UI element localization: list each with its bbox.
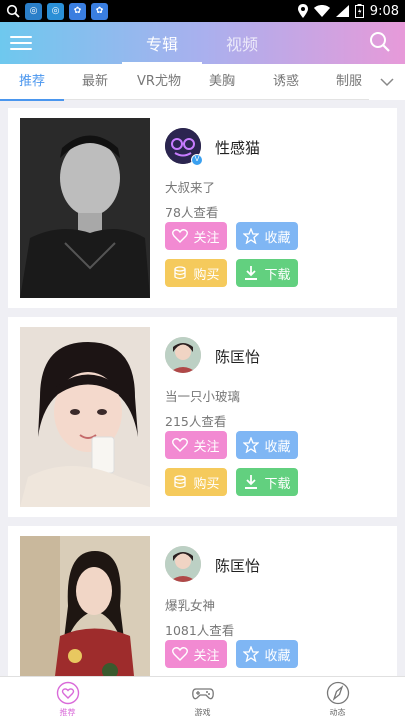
tab-chest[interactable]: 美胸 bbox=[190, 64, 254, 100]
username[interactable]: 陈匡怡 bbox=[215, 555, 260, 576]
download-button[interactable]: 下载 bbox=[236, 259, 298, 287]
download-icon bbox=[245, 266, 258, 280]
search-icon bbox=[6, 4, 20, 18]
heart-icon bbox=[56, 681, 79, 705]
segment-album[interactable]: 专辑 bbox=[122, 22, 202, 64]
star-icon bbox=[243, 437, 260, 453]
nav-label: 游戏 bbox=[194, 708, 211, 717]
buy-button[interactable]: 购买 bbox=[165, 468, 227, 496]
expand-tabs-button[interactable] bbox=[369, 64, 405, 100]
favorite-button[interactable]: 收藏 bbox=[236, 640, 298, 668]
app-header: 专辑 视频 bbox=[0, 22, 405, 64]
location-icon bbox=[297, 4, 308, 18]
chevron-down-icon bbox=[380, 78, 394, 87]
paw-notification-icon: ✿ bbox=[69, 2, 86, 20]
signal-icon bbox=[335, 5, 349, 17]
segment-video[interactable]: 视频 bbox=[202, 22, 282, 64]
verified-badge: V bbox=[191, 154, 203, 166]
star-icon bbox=[243, 228, 260, 244]
star-icon bbox=[243, 646, 260, 662]
username[interactable]: 性感猫 bbox=[215, 137, 260, 158]
view-count: 78人查看 bbox=[165, 205, 219, 220]
album-cover[interactable] bbox=[20, 118, 150, 298]
heart-plus-icon bbox=[172, 229, 189, 243]
album-description: 大叔来了 bbox=[165, 180, 216, 195]
search-icon[interactable] bbox=[369, 31, 391, 53]
notification-icons: ◎ ◎ ✿ ✿ bbox=[6, 2, 108, 20]
compass-icon bbox=[326, 681, 349, 705]
menu-icon[interactable] bbox=[10, 32, 32, 54]
buy-button[interactable]: 购买 bbox=[165, 259, 227, 287]
avatar[interactable] bbox=[165, 546, 201, 582]
album-description: 当一只小玻璃 bbox=[165, 389, 241, 404]
view-count: 215人查看 bbox=[165, 414, 227, 429]
heart-plus-icon bbox=[172, 438, 189, 452]
app-notification-icon: ◎ bbox=[47, 2, 64, 20]
follow-button[interactable]: 关注 bbox=[165, 222, 227, 250]
nav-label: 推荐 bbox=[59, 708, 76, 717]
nav-label: 动态 bbox=[329, 708, 346, 717]
battery-icon bbox=[354, 4, 364, 18]
follow-button[interactable]: 关注 bbox=[165, 640, 227, 668]
bottom-navigation: 推荐 游戏 动态 bbox=[0, 676, 405, 720]
nav-feed[interactable]: 动态 bbox=[270, 677, 405, 720]
album-card[interactable]: 陈匡怡 当一只小玻璃 215人查看 关注 收藏 购买 下载 bbox=[8, 317, 397, 517]
wifi-icon bbox=[313, 5, 330, 17]
heart-plus-icon bbox=[172, 647, 189, 661]
view-count: 1081人查看 bbox=[165, 623, 235, 638]
paw-notification-icon: ✿ bbox=[91, 2, 108, 20]
coins-icon bbox=[174, 266, 187, 280]
tab-recommend[interactable]: 推荐 bbox=[0, 64, 64, 101]
clock: 9:08 bbox=[369, 3, 399, 19]
album-cover[interactable] bbox=[20, 327, 150, 507]
favorite-button[interactable]: 收藏 bbox=[236, 431, 298, 459]
category-tabs: 推荐 最新 VR尤物 美胸 诱惑 制服 bbox=[0, 64, 405, 101]
follow-button[interactable]: 关注 bbox=[165, 431, 227, 459]
avatar[interactable] bbox=[165, 337, 201, 373]
download-icon bbox=[245, 475, 258, 489]
album-card[interactable]: V 性感猫 大叔来了 78人查看 关注 收藏 购买 下载 bbox=[8, 108, 397, 308]
tab-vr[interactable]: VR尤物 bbox=[127, 64, 191, 100]
tab-latest[interactable]: 最新 bbox=[63, 64, 127, 100]
album-description: 爆乳女神 bbox=[165, 598, 216, 613]
username[interactable]: 陈匡怡 bbox=[215, 346, 260, 367]
favorite-button[interactable]: 收藏 bbox=[236, 222, 298, 250]
app-notification-icon: ◎ bbox=[25, 2, 42, 20]
nav-games[interactable]: 游戏 bbox=[135, 677, 270, 720]
gamepad-icon bbox=[191, 688, 214, 700]
nav-recommend[interactable]: 推荐 bbox=[0, 677, 135, 720]
tab-seduction[interactable]: 诱惑 bbox=[254, 64, 318, 100]
status-bar: ◎ ◎ ✿ ✿ 9:08 bbox=[0, 0, 405, 22]
coins-icon bbox=[174, 475, 187, 489]
download-button[interactable]: 下载 bbox=[236, 468, 298, 496]
